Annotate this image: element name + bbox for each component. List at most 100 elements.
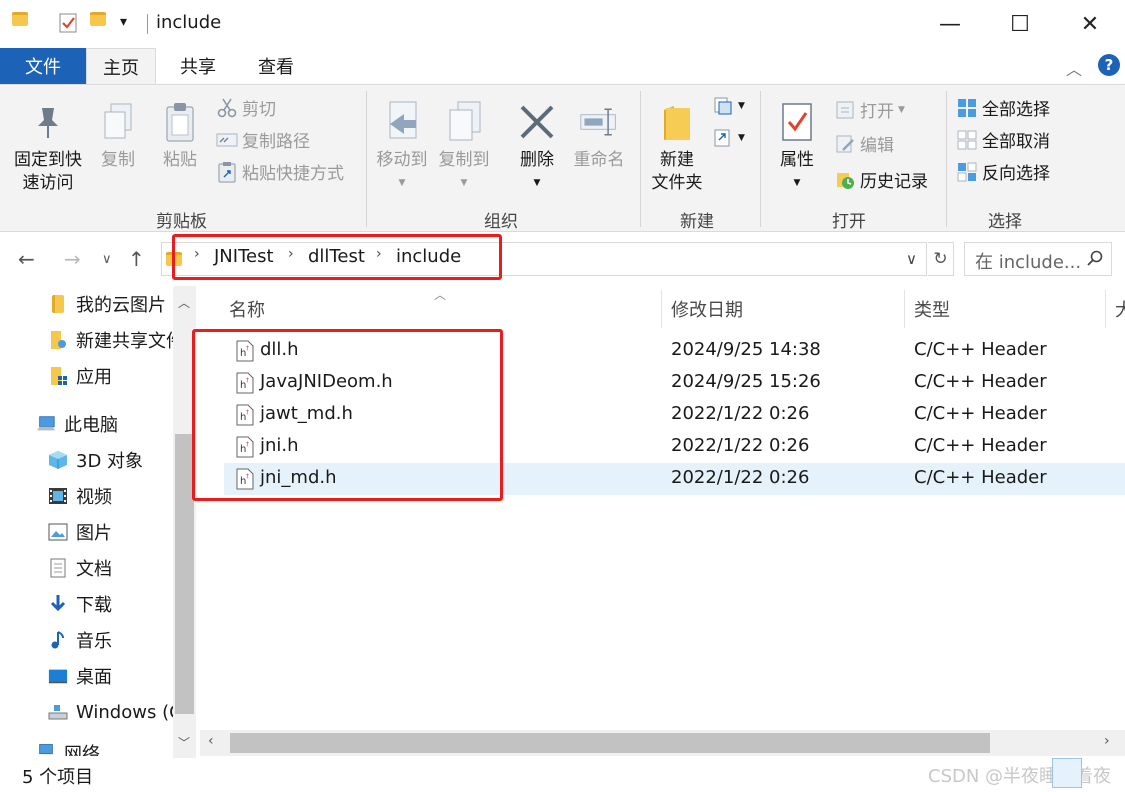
search-box[interactable]: 在 include...	[964, 242, 1112, 276]
video-icon	[48, 486, 68, 506]
refresh-icon[interactable]: ↻	[928, 242, 954, 276]
open-icon	[834, 99, 856, 121]
nav-item-windows-drive[interactable]: Windows (C	[48, 696, 174, 728]
column-header-type[interactable]: 类型	[914, 296, 950, 322]
history-label: 历史记录	[860, 172, 928, 192]
copy-path-icon	[216, 129, 238, 151]
nav-label: 下载	[76, 595, 112, 616]
ribbon-separator	[640, 91, 641, 227]
new-folder-quick-icon[interactable]	[90, 12, 106, 26]
new-item-button[interactable]: ▼	[712, 95, 745, 117]
folder-icon	[12, 12, 28, 26]
nav-item-desktop[interactable]: 桌面	[48, 660, 112, 692]
forward-arrow-icon[interactable]: →	[64, 247, 81, 271]
file-date: 2022/1/22 0:26	[671, 435, 810, 456]
tab-share[interactable]: 共享	[163, 48, 233, 84]
close-button[interactable]: ✕	[1055, 0, 1125, 48]
cut-button[interactable]: 剪切	[216, 95, 276, 120]
copy-path-button[interactable]: 复制路径	[216, 127, 310, 152]
scroll-right-icon[interactable]: ›	[1104, 733, 1110, 749]
edit-icon	[834, 133, 856, 155]
properties-dropdown-icon: ▼	[793, 178, 801, 188]
item-count: 5 个项目	[22, 767, 94, 788]
maximize-button[interactable]: ☐	[985, 0, 1055, 48]
file-type: C/C++ Header	[914, 339, 1047, 360]
new-folder-button[interactable]: 新建 文件夹	[646, 99, 708, 195]
copy-button[interactable]: 复制	[96, 99, 140, 172]
up-arrow-icon[interactable]: ↑	[128, 247, 145, 271]
select-all-label: 全部选择	[982, 100, 1050, 120]
scroll-down-icon[interactable]: ﹀	[178, 734, 190, 751]
nav-item-pictures[interactable]: 图片	[48, 516, 112, 548]
nav-item-new-shared-folder[interactable]: 新建共享文件	[48, 324, 174, 356]
drive-icon	[48, 702, 68, 722]
column-header-date[interactable]: 修改日期	[671, 296, 743, 322]
paste-icon	[160, 99, 200, 145]
paste-button[interactable]: 粘贴	[158, 99, 202, 172]
select-none-button[interactable]: 全部取消	[956, 127, 1050, 152]
tab-file[interactable]: 文件	[0, 48, 86, 84]
nav-item-downloads[interactable]: 下载	[48, 588, 112, 620]
documents-icon	[48, 558, 68, 578]
file-list-horizontal-scrollbar[interactable]: ‹ ›	[200, 730, 1125, 756]
watermark: CSDN @半夜睡不着夜	[928, 766, 1112, 787]
copy-to-label: 复制到	[438, 150, 490, 170]
address-dropdown-icon[interactable]: ∨	[906, 250, 917, 268]
nav-item-3d-objects[interactable]: 3D 对象	[48, 444, 143, 476]
nav-item-music[interactable]: 音乐	[48, 624, 112, 656]
column-header-name[interactable]: 名称	[229, 296, 265, 322]
nav-item-apps[interactable]: 应用	[48, 360, 112, 392]
nav-item-videos[interactable]: 视频	[48, 480, 112, 512]
customize-quick-access-icon[interactable]: ▾	[120, 14, 127, 30]
easy-access-icon	[712, 127, 734, 149]
history-button[interactable]: 历史记录	[834, 167, 928, 192]
select-all-button[interactable]: 全部选择	[956, 95, 1050, 120]
column-separator[interactable]	[904, 290, 905, 328]
details-view-icon[interactable]	[1052, 758, 1082, 788]
copy-to-button[interactable]: 复制到 ▼	[434, 99, 494, 195]
pin-to-quick-access-button[interactable]: 固定到快 速访问	[10, 99, 86, 195]
column-header-size[interactable]: 大	[1115, 296, 1125, 322]
column-separator[interactable]	[1105, 290, 1106, 328]
nav-label: 图片	[76, 523, 112, 544]
open-button[interactable]: 打开 ▼	[834, 97, 905, 122]
minimize-button[interactable]: —	[915, 0, 985, 48]
rename-label: 重命名	[573, 150, 625, 170]
tab-home[interactable]: 主页	[86, 48, 156, 84]
collapse-ribbon-icon[interactable]: ︿	[1066, 56, 1082, 80]
back-arrow-icon[interactable]: ←	[18, 247, 35, 271]
paste-shortcut-button[interactable]: 粘贴快捷方式	[216, 159, 344, 184]
help-icon[interactable]: ?	[1098, 54, 1120, 76]
move-to-button[interactable]: 移动到 ▼	[372, 99, 432, 195]
column-separator[interactable]	[661, 290, 662, 328]
properties-quick-icon[interactable]	[58, 12, 78, 34]
folder-icon	[48, 294, 68, 314]
title-bar: ▾ include — ☐ ✕	[0, 0, 1125, 48]
ribbon-tabs: 文件 主页 共享 查看 ︿ ?	[0, 48, 1125, 84]
delete-button[interactable]: 删除 ▼	[514, 99, 560, 195]
easy-access-button[interactable]: ▼	[712, 127, 745, 149]
pin-label-line1: 固定到快	[14, 150, 82, 170]
recent-locations-chevron-icon[interactable]: ∨	[102, 252, 112, 267]
desktop-icon	[48, 666, 68, 686]
nav-item-documents[interactable]: 文档	[48, 552, 112, 584]
scroll-up-icon[interactable]: ︿	[178, 294, 190, 311]
status-bar: 5 个项目 CSDN @半夜睡不着夜	[0, 758, 1125, 792]
scrollbar-thumb[interactable]	[230, 733, 990, 753]
search-icon[interactable]	[1087, 250, 1103, 266]
group-label-organize: 组织	[484, 212, 518, 232]
nav-item-network[interactable]: 网络	[36, 740, 100, 756]
invert-selection-button[interactable]: 反向选择	[956, 159, 1050, 184]
nav-item-cloud-pictures[interactable]: 我的云图片	[48, 288, 166, 320]
edit-button[interactable]: 编辑	[834, 131, 894, 156]
nav-item-this-pc[interactable]: 此电脑	[36, 408, 118, 440]
scroll-left-icon[interactable]: ‹	[208, 733, 214, 749]
group-label-clipboard: 剪贴板	[156, 212, 207, 232]
delete-x-icon	[517, 99, 557, 145]
copy-icon	[98, 99, 138, 145]
properties-button[interactable]: 属性 ▼	[774, 99, 820, 195]
file-date: 2022/1/22 0:26	[671, 403, 810, 424]
rename-button[interactable]: 重命名	[568, 99, 630, 172]
open-dropdown-icon: ▼	[898, 104, 905, 115]
tab-view[interactable]: 查看	[241, 48, 311, 84]
